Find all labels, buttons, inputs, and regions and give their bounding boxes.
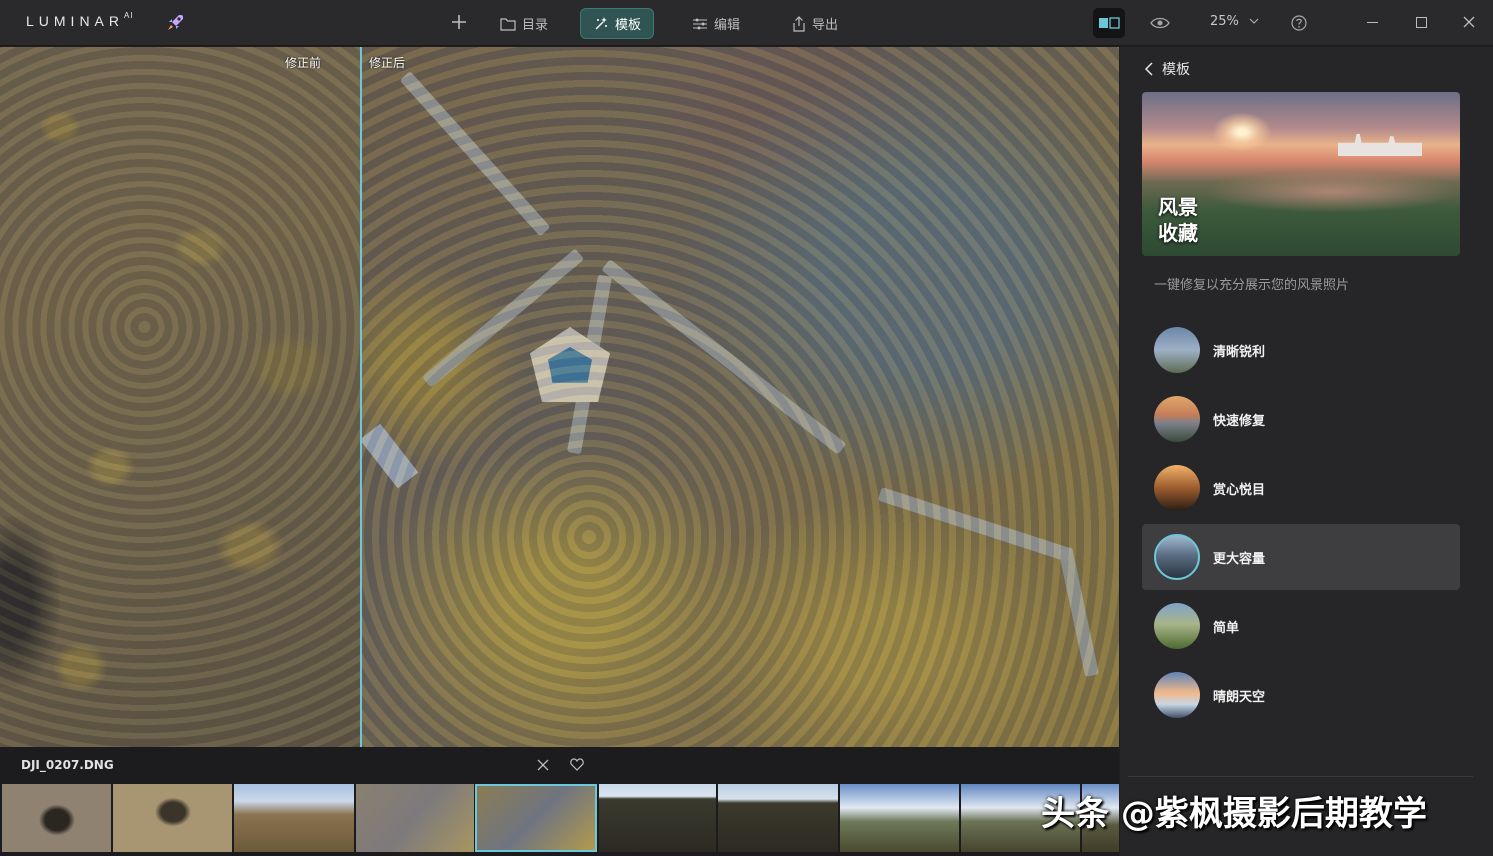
hero-title-line2: 收藏 xyxy=(1158,221,1198,245)
close-window-icon[interactable] xyxy=(1462,15,1476,29)
pavilion-roof xyxy=(548,347,592,383)
folder-icon xyxy=(500,17,516,31)
chevron-left-icon xyxy=(1144,62,1153,76)
preset-thumbnail xyxy=(1154,327,1200,373)
top-toolbar: LUMINARAI 目录 模板 编辑 导出 25% xyxy=(0,0,1493,46)
share-icon xyxy=(793,15,805,32)
after-image xyxy=(359,47,1119,747)
preset-thumbnail xyxy=(1154,534,1200,580)
preset-label: 更大容量 xyxy=(1213,552,1266,567)
panel-title: 模板 xyxy=(1162,62,1190,78)
hero-title: 风景 收藏 xyxy=(1158,194,1198,246)
before-shadow-area xyxy=(0,517,60,687)
before-label: 修正前 xyxy=(285,56,322,70)
tab-edit[interactable]: 编辑 xyxy=(680,8,752,39)
split-compare-icon xyxy=(1099,17,1120,29)
filmstrip-bar: DJI_0207.DNG xyxy=(0,747,1119,856)
eye-icon[interactable] xyxy=(1150,13,1170,33)
walkway xyxy=(422,248,585,388)
hero-monastery xyxy=(1338,134,1422,156)
panel-divider xyxy=(1128,776,1473,777)
tab-templates-label: 模板 xyxy=(615,18,642,33)
category-hero-card: 风景 收藏 xyxy=(1142,92,1460,256)
rocket-icon[interactable] xyxy=(166,12,186,32)
preset-label: 晴朗天空 xyxy=(1213,690,1266,705)
heart-icon[interactable] xyxy=(570,758,584,771)
minimize-button[interactable] xyxy=(1367,22,1378,23)
luminar-logo: LUMINARAI xyxy=(26,11,134,29)
logo-text: LUMINAR xyxy=(26,13,125,29)
walkway xyxy=(1058,547,1100,678)
panel-back-button[interactable]: 模板 xyxy=(1144,59,1190,79)
filmstrip-thumbnail[interactable] xyxy=(356,784,474,852)
maximize-button[interactable] xyxy=(1416,17,1427,28)
before-image xyxy=(0,47,361,747)
preset-thumbnail xyxy=(1154,465,1200,511)
add-image-button[interactable] xyxy=(448,11,470,33)
tab-edit-label: 编辑 xyxy=(714,18,741,33)
filmstrip-thumbnail-selected[interactable] xyxy=(475,784,597,852)
tab-catalog-label: 目录 xyxy=(522,18,549,33)
preset-item-selected[interactable]: 更大容量 xyxy=(1142,524,1460,590)
preset-thumbnail xyxy=(1154,672,1200,718)
preset-label: 简单 xyxy=(1213,621,1240,636)
sliders-icon xyxy=(693,18,707,29)
preset-item[interactable]: 快速修复 xyxy=(1142,386,1460,452)
filmstrip-thumbnail[interactable] xyxy=(718,784,838,852)
walkway xyxy=(601,259,847,455)
tab-templates[interactable]: 模板 xyxy=(580,8,655,39)
sparkle-icon xyxy=(595,16,607,29)
hero-sun xyxy=(1212,112,1272,152)
after-label: 修正后 xyxy=(369,56,406,70)
preset-thumbnail xyxy=(1154,396,1200,442)
hero-title-line1: 风景 xyxy=(1158,195,1198,219)
walkway xyxy=(566,274,612,455)
walkway xyxy=(399,71,551,237)
tab-export-label: 导出 xyxy=(812,18,839,33)
logo-ai-badge: AI xyxy=(124,11,134,20)
watermark-text: 头条 @紫枫摄影后期教学 xyxy=(1041,794,1427,834)
filmstrip-thumbnail[interactable] xyxy=(599,784,716,852)
preset-thumbnail xyxy=(1154,603,1200,649)
reject-icon[interactable] xyxy=(537,759,549,771)
compare-toggle-button[interactable] xyxy=(1093,8,1125,38)
preset-item[interactable]: 晴朗天空 xyxy=(1142,662,1460,728)
templates-panel: 模板 风景 收藏 一键修复以充分展示您的风景照片 清晰锐利 快速修复 赏心悦目 … xyxy=(1120,47,1493,856)
preset-item[interactable]: 赏心悦目 xyxy=(1142,455,1460,521)
filmstrip-thumbnail[interactable] xyxy=(2,784,111,852)
pavilion xyxy=(530,327,610,402)
current-filename: DJI_0207.DNG xyxy=(21,758,114,772)
filmstrip-thumbnail[interactable] xyxy=(113,784,232,852)
preset-label: 赏心悦目 xyxy=(1213,483,1266,498)
help-icon[interactable] xyxy=(1290,14,1308,32)
preset-list: 清晰锐利 快速修复 赏心悦目 更大容量 简单 晴朗天空 xyxy=(1142,317,1460,731)
image-canvas[interactable]: 修正前 修正后 xyxy=(0,47,1119,747)
compare-divider-handle[interactable] xyxy=(360,47,362,747)
filmstrip-thumbnail[interactable] xyxy=(840,784,959,852)
preset-item[interactable]: 清晰锐利 xyxy=(1142,317,1460,383)
category-description: 一键修复以充分展示您的风景照片 xyxy=(1154,278,1350,293)
thumbnail-strip xyxy=(0,784,1119,852)
preset-label: 快速修复 xyxy=(1213,414,1266,429)
tab-export[interactable]: 导出 xyxy=(780,8,850,39)
preset-item[interactable]: 简单 xyxy=(1142,593,1460,659)
filmstrip-thumbnail[interactable] xyxy=(234,784,354,852)
walkway xyxy=(877,487,1073,563)
tab-catalog[interactable]: 目录 xyxy=(488,8,560,39)
preset-label: 清晰锐利 xyxy=(1213,345,1266,360)
building-roof xyxy=(359,423,419,489)
chevron-down-icon[interactable] xyxy=(1249,17,1259,25)
zoom-level[interactable]: 25% xyxy=(1210,14,1239,29)
